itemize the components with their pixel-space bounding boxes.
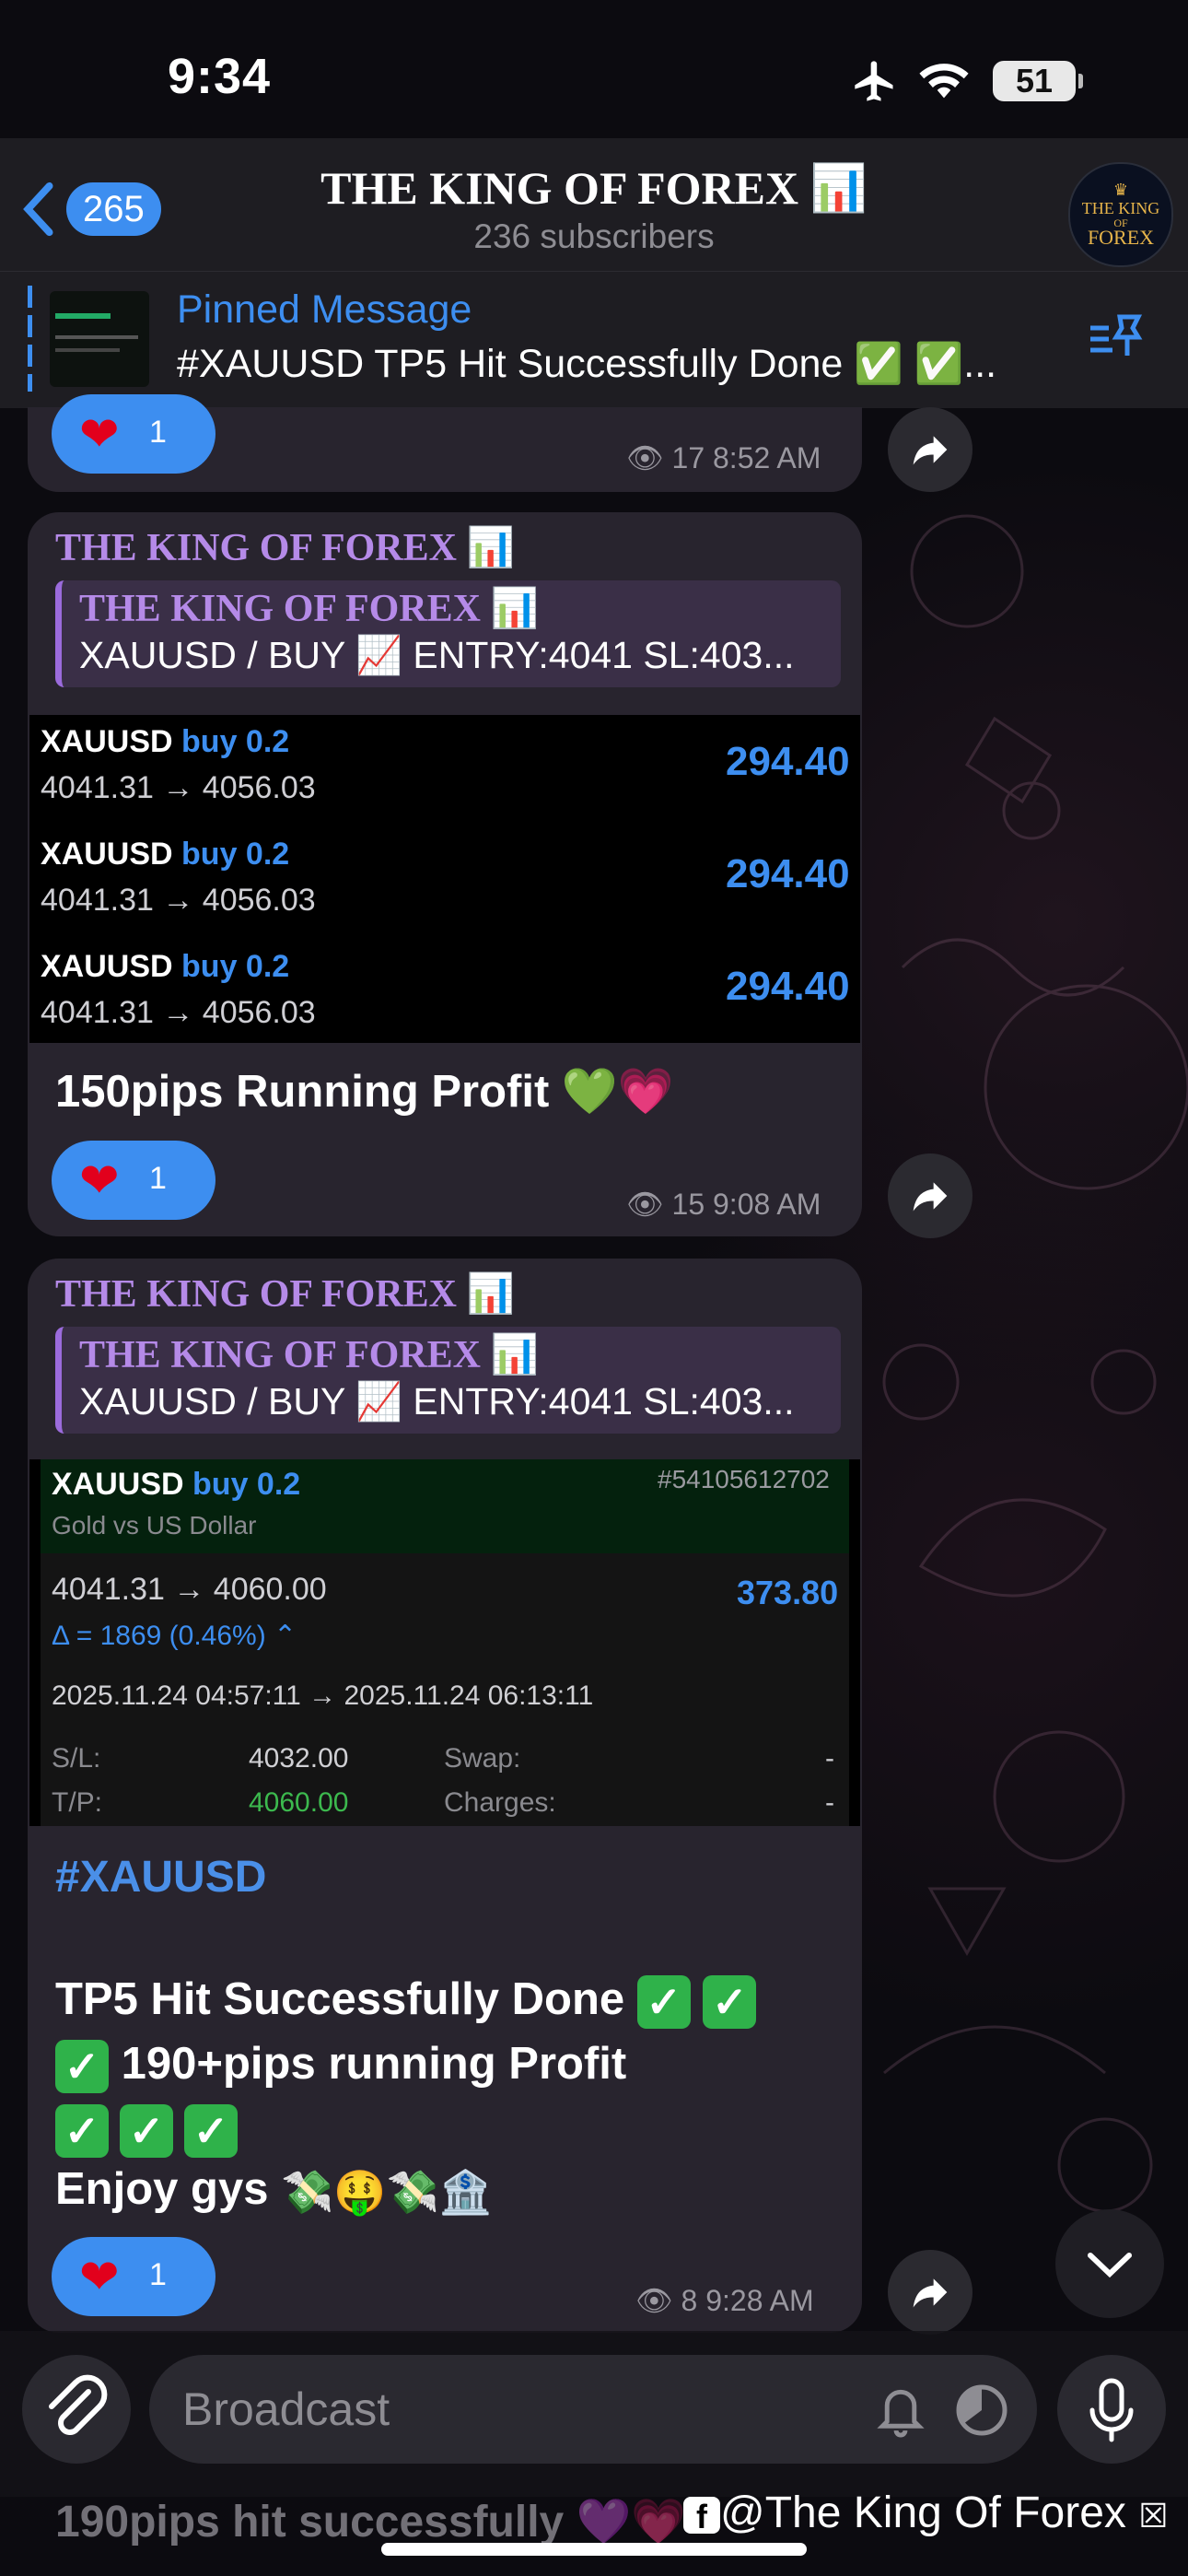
message-time: 8:52 AM <box>713 441 821 474</box>
trade-symbol: XAUUSD buy 0.2 <box>41 837 290 872</box>
charges-label: Charges: <box>444 1787 556 1818</box>
share-arrow-icon <box>913 2278 948 2308</box>
pinned-indicator <box>28 286 32 392</box>
bell-icon[interactable] <box>873 2381 928 2444</box>
trade-prices: 4041.31 → 4056.03 <box>41 883 316 918</box>
view-count: 8 <box>681 2284 698 2317</box>
channel-title[interactable]: THE KING OF FOREX 📊 <box>0 161 1188 216</box>
check-icon: ✓ <box>120 2104 173 2159</box>
reaction-chip[interactable]: ❤ 1 <box>52 1141 215 1220</box>
attach-button[interactable] <box>22 2355 131 2464</box>
message-time: 9:28 AM <box>705 2284 814 2317</box>
view-count: 17 <box>671 441 705 474</box>
watermark: f @The King Of Forex ☒ <box>683 2488 1169 2538</box>
channel-avatar[interactable]: ♛ THE KING OF FOREX <box>1068 162 1173 267</box>
swap-label: Swap: <box>444 1743 521 1774</box>
eye-icon: 👁 <box>635 2284 673 2317</box>
pinned-text: #XAUUSD TP5 Hit Successfully Done ✅ ✅... <box>177 342 997 386</box>
share-arrow-icon <box>913 436 948 465</box>
home-indicator[interactable] <box>381 2543 807 2556</box>
reaction-count: 1 <box>149 1161 167 1196</box>
eye-icon: 👁 <box>626 1188 664 1221</box>
paperclip-icon <box>49 2374 108 2435</box>
reaction-chip[interactable]: ❤ 1 <box>52 2237 215 2316</box>
reaction-count: 1 <box>149 415 167 450</box>
share-arrow-icon <box>913 1182 948 1212</box>
trade-symbol: XAUUSD buy 0.2 <box>41 724 290 759</box>
status-time: 9:34 <box>168 49 272 104</box>
crown-icon: ♛ <box>1112 181 1129 199</box>
subscriber-count: 236 subscribers <box>473 217 715 255</box>
pin-list-icon[interactable] <box>1087 310 1146 373</box>
trade-profit: 294.40 <box>726 739 850 784</box>
trade-symbol: XAUUSD buy 0.2 <box>41 949 290 984</box>
sl-value: 4032.00 <box>249 1743 349 1774</box>
forward-source-name[interactable]: THE KING OF FOREX 📊 <box>55 525 515 570</box>
voice-record-button[interactable] <box>1057 2355 1166 2464</box>
trade-ticket: #54105612702 <box>658 1465 830 1493</box>
close-icon: ☒ <box>1138 2497 1169 2535</box>
view-count: 15 <box>671 1188 705 1221</box>
chevron-down-icon <box>1088 2253 1132 2278</box>
input-placeholder: Broadcast <box>182 2383 390 2435</box>
trade-symbol: XAUUSD buy 0.2 <box>52 1467 301 1502</box>
trade-prices: 4041.31 → 4056.03 <box>41 770 316 805</box>
airplane-icon <box>851 57 899 110</box>
forward-source-name[interactable]: THE KING OF FOREX 📊 <box>55 1271 515 1317</box>
quote-author: THE KING OF FOREX 📊 <box>79 588 539 630</box>
message-time: 9:08 AM <box>713 1188 821 1221</box>
next-message-preview: 190pips hit successfully 💜💗 <box>55 2498 687 2547</box>
trade-times: 2025.11.24 04:57:11 → 2025.11.24 06:13:1… <box>52 1680 594 1711</box>
message-line: Enjoy gys 💸🤑💸🏦 <box>55 2164 493 2216</box>
message-meta: 👁 8 9:28 AM <box>635 2283 814 2318</box>
money-emoji-icon: 💸🤑💸🏦 <box>281 2167 493 2216</box>
trade-delta: Δ = 1869 (0.46%) ⌃ <box>52 1621 297 1651</box>
message-line: TP5 Hit Successfully Done ✓ ✓ <box>55 1973 757 2030</box>
trade-profit: 294.40 <box>726 964 850 1009</box>
sl-label: S/L: <box>52 1743 101 1774</box>
check-icon: ✓ <box>703 1975 757 2030</box>
swap-value: - <box>825 1743 834 1774</box>
reaction-count: 1 <box>149 2257 167 2292</box>
microphone-icon <box>1089 2378 1134 2442</box>
pinned-thumbnail <box>50 291 149 387</box>
share-button[interactable] <box>888 1153 973 1238</box>
message-meta: 👁 15 9:08 AM <box>626 1187 821 1222</box>
trade-prices: 4041.31 → 4060.00 <box>52 1572 327 1607</box>
check-icon: ✓ <box>55 2040 109 2094</box>
trade-description: Gold vs US Dollar <box>52 1511 257 1540</box>
message-text: 150pips Running Profit 💚💗 <box>55 1067 674 1117</box>
share-button[interactable] <box>888 2250 973 2335</box>
reaction-chip[interactable]: ❤ 1 <box>52 394 215 474</box>
trade-prices: 4041.31 → 4056.03 <box>41 995 316 1030</box>
message-line: ✓ 190+pips running Profit <box>55 2038 626 2094</box>
charges-value: - <box>825 1787 834 1818</box>
battery-indicator: 51 <box>993 61 1083 101</box>
quote-text: XAUUSD / BUY 📈 ENTRY:4041 SL:403... <box>79 1380 795 1423</box>
check-icon: ✓ <box>55 2104 109 2159</box>
avatar-text: THE KING <box>1081 199 1160 217</box>
timer-icon[interactable] <box>954 2383 1009 2442</box>
facebook-icon: f <box>683 2497 720 2535</box>
scroll-to-bottom-button[interactable] <box>1055 2209 1164 2318</box>
heart-icon: ❤ <box>79 2251 120 2304</box>
check-icon: ✓ <box>184 2104 238 2159</box>
pinned-label: Pinned Message <box>177 287 472 332</box>
tp-label: T/P: <box>52 1787 103 1818</box>
share-button[interactable] <box>888 407 973 492</box>
trade-profit: 373.80 <box>737 1574 839 1611</box>
eye-icon: 👁 <box>626 441 664 474</box>
check-icon: ✓ <box>636 1975 691 2030</box>
quote-text: XAUUSD / BUY 📈 ENTRY:4041 SL:403... <box>79 634 795 676</box>
heart-icon: ❤ <box>79 1154 120 1208</box>
message-line: ✓ ✓ ✓ <box>55 2102 238 2159</box>
tp-value: 4060.00 <box>249 1787 349 1818</box>
wifi-icon <box>917 57 971 108</box>
heart-icon: ❤ <box>79 408 120 462</box>
avatar-text: FOREX <box>1087 226 1155 249</box>
quote-author: THE KING OF FOREX 📊 <box>79 1334 539 1376</box>
trade-profit: 294.40 <box>726 851 850 896</box>
message-meta: 👁 17 8:52 AM <box>626 440 821 475</box>
hashtag-link[interactable]: #XAUUSD <box>55 1852 266 1903</box>
